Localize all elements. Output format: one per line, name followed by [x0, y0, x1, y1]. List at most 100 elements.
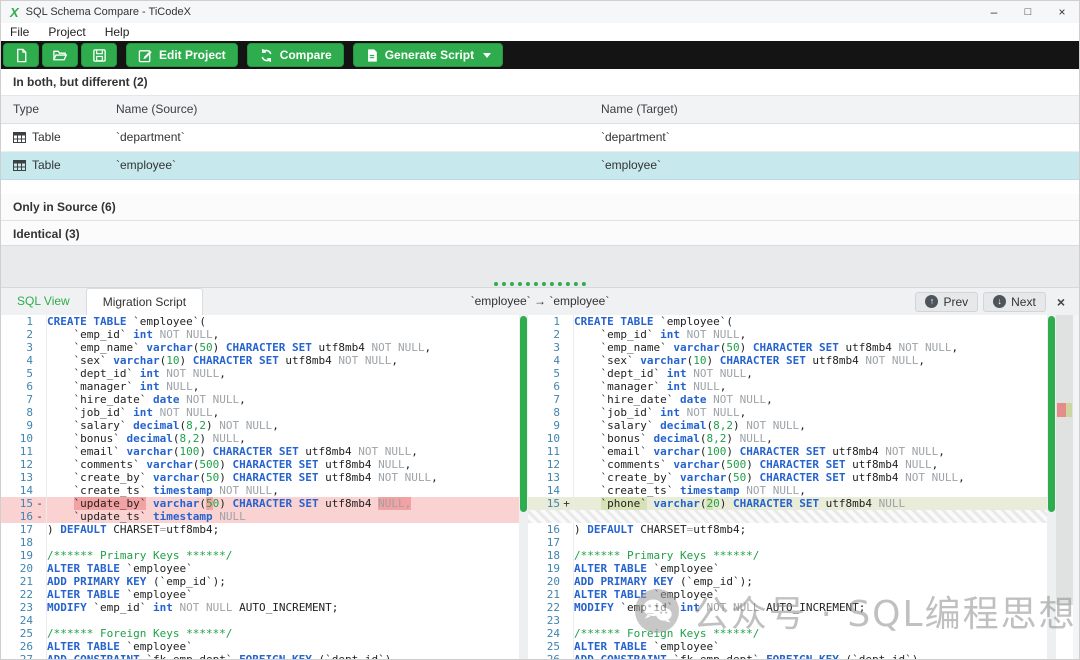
code-line-target-2: 2 `emp_id` int NOT NULL, [528, 328, 1047, 341]
row-gap [1, 180, 1079, 194]
code-line-source-15: 15- `update_by` varchar(50) CHARACTER SE… [1, 497, 519, 510]
code-line-target-24: 24/****** Foreign Keys ******/ [528, 627, 1047, 640]
row-type: Table [13, 124, 61, 151]
code-line-source-9: 9 `salary` decimal(8,2) NOT NULL, [1, 419, 519, 432]
code-line-source-1: 1CREATE TABLE `employee`( [1, 315, 519, 328]
code-line-source-20: 20ALTER TABLE `employee` [1, 562, 519, 575]
compare-label: Compare [280, 48, 332, 62]
col-header-name-target: Name (Target) [601, 96, 678, 123]
added-marker [1066, 403, 1072, 417]
row-name-source: `department` [116, 124, 185, 151]
diff-tabs: SQL ViewMigration Script [1, 288, 203, 315]
window-controls: – □ × [977, 1, 1079, 23]
code-line-target-20: 20ADD PRIMARY KEY (`emp_id`); [528, 575, 1047, 588]
new-project-button[interactable] [3, 43, 39, 67]
edit-project-button[interactable]: Edit Project [126, 43, 238, 67]
prev-diff-button[interactable]: ↑ Prev [915, 292, 978, 312]
section-identical[interactable]: Identical (3) [1, 221, 1079, 248]
diff-panel: SQL ViewMigration Script `employee` → `e… [1, 287, 1079, 659]
close-window-button[interactable]: × [1045, 1, 1079, 23]
code-line-source-16: 16- `update_ts` timestamp NULL [1, 510, 519, 523]
left-pane-scrollbar[interactable] [519, 315, 528, 660]
titlebar: X SQL Schema Compare - TiCodeX – □ × [1, 1, 1079, 24]
toolbar: Edit Project Compare Generate Script [1, 41, 1079, 69]
code-line-source-12: 12 `comments` varchar(500) CHARACTER SET… [1, 458, 519, 471]
code-line-source-8: 8 `job_id` int NOT NULL, [1, 406, 519, 419]
code-line-target-9: 9 `salary` decimal(8,2) NOT NULL, [528, 419, 1047, 432]
code-line-source-4: 4 `sex` varchar(10) CHARACTER SET utf8mb… [1, 354, 519, 367]
caret-down-icon [483, 53, 491, 58]
new-file-icon [14, 48, 29, 63]
code-line-source-23: 23MODIFY `emp_id` int NOT NULL AUTO_INCR… [1, 601, 519, 614]
close-diff-icon[interactable]: × [1057, 294, 1065, 310]
row-type: Table [13, 152, 61, 179]
code-line-source-27: 27ADD CONSTRAINT `fk_emp_dept` FOREIGN K… [1, 653, 519, 660]
code-line-source-2: 2 `emp_id` int NOT NULL, [1, 328, 519, 341]
script-file-icon [365, 48, 379, 63]
app-logo-icon: X [10, 5, 19, 20]
code-line-target-7: 7 `hire_date` date NOT NULL, [528, 393, 1047, 406]
save-project-button[interactable] [81, 43, 117, 67]
code-line-target-23: 23 [528, 614, 1047, 627]
code-line-source-7: 7 `hire_date` date NOT NULL, [1, 393, 519, 406]
table-row-employee[interactable]: Table`employee``employee` [1, 152, 1079, 180]
right-pane-scrollbar[interactable] [1047, 315, 1056, 660]
menu-item-help[interactable]: Help [105, 25, 130, 39]
comparison-rows: Table`department``department`Table`emplo… [1, 124, 1079, 180]
generate-script-button[interactable]: Generate Script [353, 43, 503, 67]
target-sql-pane[interactable]: 1CREATE TABLE `employee`(2 `emp_id` int … [528, 315, 1047, 660]
code-line-target-17: 17 [528, 536, 1047, 549]
prev-label: Prev [943, 295, 968, 309]
code-line-target-6: 6 `manager` int NULL, [528, 380, 1047, 393]
code-line-target-25: 25ALTER TABLE `employee` [528, 640, 1047, 653]
minimize-button[interactable]: – [977, 1, 1011, 23]
code-line-source-17: 17) DEFAULT CHARSET=utf8mb4; [1, 523, 519, 536]
compare-button[interactable]: Compare [247, 43, 344, 67]
open-project-button[interactable] [42, 43, 78, 67]
code-line-target-21: 21ALTER TABLE `employee` [528, 588, 1047, 601]
code-line-source-19: 19/****** Primary Keys ******/ [1, 549, 519, 562]
removed-marker [1057, 403, 1066, 417]
diff-title: `employee` → `employee` [471, 288, 610, 315]
arrow-down-circle-icon: ↓ [993, 295, 1006, 308]
menu-bar: File Project Help [1, 23, 1079, 41]
open-folder-icon [52, 48, 68, 63]
left-scrollbar-thumb[interactable] [520, 316, 527, 512]
tab-migration-script[interactable]: Migration Script [86, 288, 203, 315]
code-line-source-14: 14 `create_ts` timestamp NOT NULL, [1, 484, 519, 497]
code-line-source-13: 13 `create_by` varchar(50) CHARACTER SET… [1, 471, 519, 484]
code-line-target-3: 3 `emp_name` varchar(50) CHARACTER SET u… [528, 341, 1047, 354]
compare-sync-icon [259, 48, 274, 63]
code-line-target-10: 10 `bonus` decimal(8,2) NULL, [528, 432, 1047, 445]
code-line-source-5: 5 `dept_id` int NOT NULL, [1, 367, 519, 380]
app-window: X SQL Schema Compare - TiCodeX – □ × Fil… [0, 0, 1080, 660]
diff-filler-row [528, 510, 1047, 523]
code-line-target-13: 13 `create_by` varchar(50) CHARACTER SET… [528, 471, 1047, 484]
maximize-button[interactable]: □ [1011, 1, 1045, 23]
code-line-source-18: 18 [1, 536, 519, 549]
code-line-target-16: 16) DEFAULT CHARSET=utf8mb4; [528, 523, 1047, 536]
table-icon [13, 132, 26, 143]
splitter-handle-icon[interactable] [494, 282, 586, 286]
table-row-department[interactable]: Table`department``department` [1, 124, 1079, 152]
code-line-source-24: 24 [1, 614, 519, 627]
next-diff-button[interactable]: ↓ Next [983, 292, 1046, 312]
code-line-target-4: 4 `sex` varchar(10) CHARACTER SET utf8mb… [528, 354, 1047, 367]
menu-item-file[interactable]: File [10, 25, 29, 39]
edit-project-label: Edit Project [159, 48, 226, 62]
section-only-in-source[interactable]: Only in Source (6) [1, 194, 1079, 221]
code-line-target-26: 26ADD CONSTRAINT `fk_emp_dept` FOREIGN K… [528, 653, 1047, 660]
menu-item-project[interactable]: Project [48, 25, 85, 39]
code-line-source-3: 3 `emp_name` varchar(50) CHARACTER SET u… [1, 341, 519, 354]
section-in-both-different[interactable]: In both, but different (2) [1, 69, 1079, 96]
code-line-source-26: 26ALTER TABLE `employee` [1, 640, 519, 653]
col-header-name-source: Name (Source) [116, 96, 197, 123]
tab-sql-view[interactable]: SQL View [1, 288, 86, 315]
code-line-target-5: 5 `dept_id` int NOT NULL, [528, 367, 1047, 380]
code-line-target-1: 1CREATE TABLE `employee`( [528, 315, 1047, 328]
source-sql-pane[interactable]: 1CREATE TABLE `employee`(2 `emp_id` int … [1, 315, 519, 660]
next-label: Next [1011, 295, 1036, 309]
right-scrollbar-thumb[interactable] [1048, 316, 1055, 512]
generate-script-label: Generate Script [385, 48, 474, 62]
code-line-source-6: 6 `manager` int NULL, [1, 380, 519, 393]
